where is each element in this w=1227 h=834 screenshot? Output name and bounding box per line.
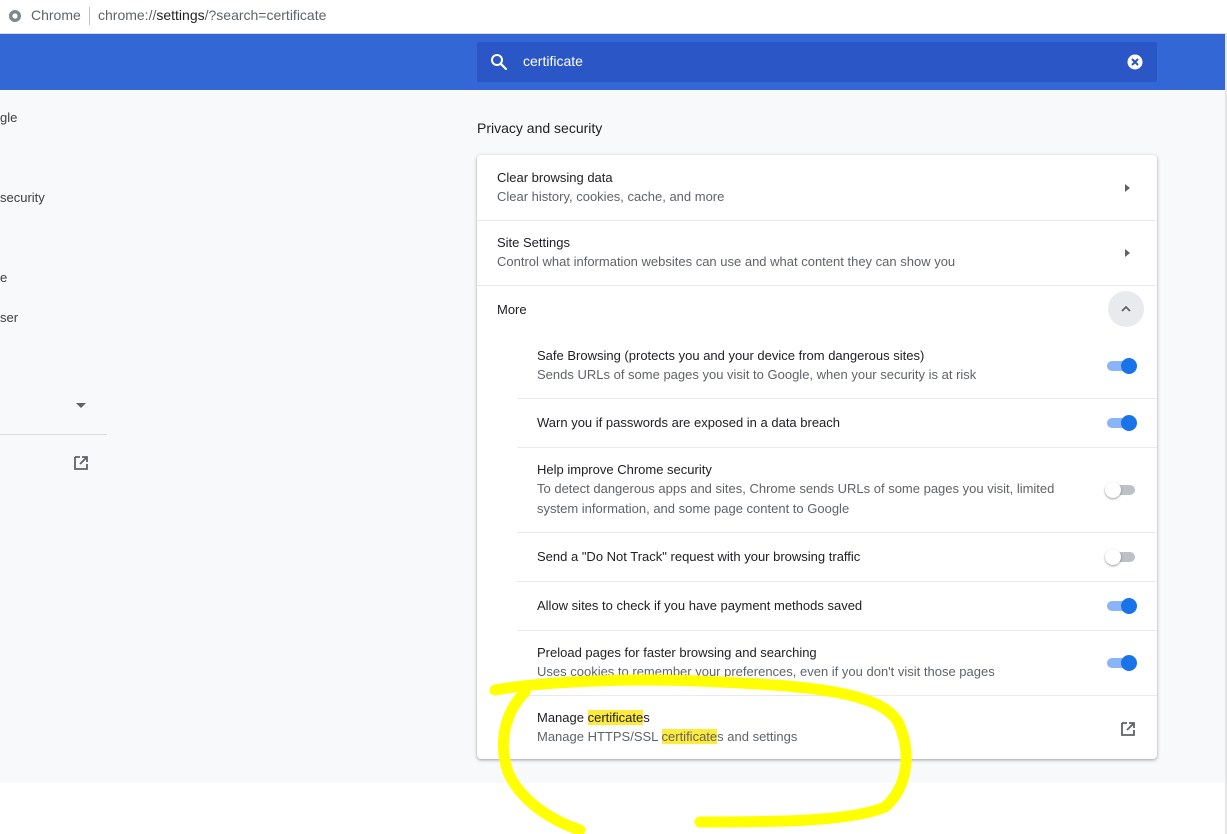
address-bar[interactable]: Chrome chrome://settings/?search=certifi… xyxy=(0,0,1227,34)
chrome-icon xyxy=(9,10,21,22)
safe-browsing-subtitle: Sends URLs of some pages you visit to Go… xyxy=(537,367,977,382)
sidebar-divider xyxy=(0,434,107,435)
sidebar-item-google[interactable]: gle xyxy=(0,110,17,125)
sidebar-item-default-browser[interactable]: ser xyxy=(0,310,18,325)
preload-pages-title: Preload pages for faster browsing and se… xyxy=(537,645,817,660)
password-leak-title: Warn you if passwords are exposed in a d… xyxy=(537,415,841,430)
privacy-card: Clear browsing data Clear history, cooki… xyxy=(477,155,1157,759)
more-label: More xyxy=(497,302,527,317)
sidebar-item-appearance[interactable]: e xyxy=(0,270,7,285)
improve-security-toggle[interactable] xyxy=(1105,480,1137,500)
preload-pages-toggle[interactable] xyxy=(1105,653,1137,673)
yellow-circle-annotation xyxy=(489,674,912,834)
address-bar-separator xyxy=(89,7,90,25)
improve-security-title: Help improve Chrome security xyxy=(537,462,712,477)
clear-search-icon[interactable] xyxy=(1127,54,1143,70)
improve-security-subtitle-line2: system information, and some page conten… xyxy=(537,501,850,516)
payment-methods-title: Allow sites to check if you have payment… xyxy=(537,598,863,613)
safe-browsing-toggle[interactable] xyxy=(1105,356,1137,376)
payment-methods-toggle[interactable] xyxy=(1105,596,1137,616)
collapse-more-button[interactable] xyxy=(1108,291,1144,327)
sidebar-item-privacy-security[interactable]: security xyxy=(0,190,45,205)
divider xyxy=(517,398,1157,399)
search-icon xyxy=(491,54,508,71)
section-title-privacy: Privacy and security xyxy=(477,120,603,136)
clear-browsing-data-row[interactable]: Clear browsing data Clear history, cooki… xyxy=(477,155,1157,220)
search-input[interactable]: certificate xyxy=(523,53,583,69)
open-in-new-icon[interactable] xyxy=(72,454,90,472)
safe-browsing-title: Safe Browsing (protects you and your dev… xyxy=(537,348,925,363)
site-settings-row[interactable]: Site Settings Control what information w… xyxy=(477,221,1157,285)
settings-search-box[interactable]: certificate xyxy=(477,42,1157,82)
chevron-up-icon xyxy=(1121,305,1131,312)
divider xyxy=(517,581,1157,582)
do-not-track-title: Send a "Do Not Track" request with your … xyxy=(537,549,861,564)
clear-browsing-title: Clear browsing data xyxy=(497,170,613,185)
improve-security-subtitle-line1: To detect dangerous apps and sites, Chro… xyxy=(537,481,1055,496)
site-settings-title: Site Settings xyxy=(497,235,570,250)
arrow-right-icon xyxy=(1125,249,1130,257)
address-bar-url[interactable]: chrome://settings/?search=certificate xyxy=(98,7,326,23)
site-settings-subtitle: Control what information websites can us… xyxy=(497,254,956,269)
divider xyxy=(517,447,1157,448)
address-bar-app-name: Chrome xyxy=(31,7,81,23)
do-not-track-toggle[interactable] xyxy=(1105,547,1137,567)
caret-down-icon[interactable] xyxy=(76,403,86,408)
arrow-right-icon xyxy=(1125,184,1130,192)
password-leak-toggle[interactable] xyxy=(1105,413,1137,433)
more-row[interactable]: More xyxy=(477,286,1157,334)
divider xyxy=(517,630,1157,631)
clear-browsing-subtitle: Clear history, cookies, cache, and more xyxy=(497,189,725,204)
open-in-new-icon[interactable] xyxy=(1119,720,1137,738)
divider xyxy=(517,532,1157,533)
